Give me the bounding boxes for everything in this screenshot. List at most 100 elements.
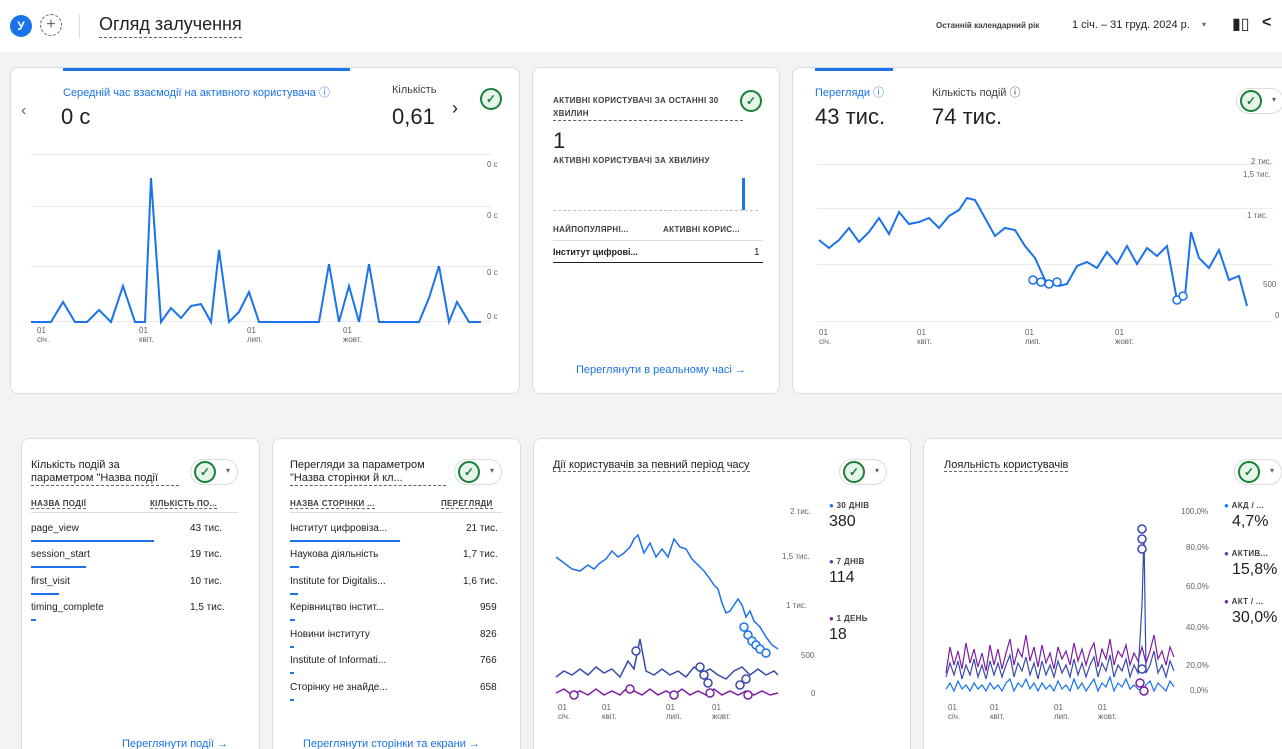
table-row-value: 826 <box>480 629 497 640</box>
x-axis-tick: 01 лип. <box>247 326 263 344</box>
check-circle-icon[interactable]: ✓ <box>740 90 762 112</box>
legend-label: АКТИВ... <box>1231 549 1269 558</box>
legend-value: 114 <box>829 569 855 586</box>
legend-item-1d[interactable]: ● 1 ДЕНЬ 18 <box>829 614 868 644</box>
user-avatar[interactable]: У <box>10 15 32 37</box>
card-user-loyalty: Лояльність користувачів ✓ ▾ 100,0% 80,0%… <box>923 438 1282 749</box>
x-axis-tick: 01 квіт. <box>990 703 1005 721</box>
table-row-value: 43 тис. <box>190 523 222 534</box>
row-share-bar <box>290 646 294 648</box>
comparison-toggle[interactable]: ✓ ▾ <box>190 459 238 485</box>
x-axis-tick: 01 квіт. <box>602 703 617 721</box>
check-circle-icon[interactable]: ✓ <box>458 461 480 483</box>
table-row-value: 1 <box>754 247 760 258</box>
table-header-col2[interactable]: КІЛЬКІСТЬ ПО... <box>150 499 218 509</box>
x-axis-tick: 01 січ. <box>37 326 50 344</box>
add-comparison-icon[interactable]: + <box>40 14 62 36</box>
legend-item-7d[interactable]: ● 7 ДНІВ 114 <box>829 557 865 587</box>
row-share-bar <box>290 699 294 701</box>
table-row-label[interactable]: timing_complete <box>31 602 104 613</box>
card-title[interactable]: Кількість подій за параметром "Назва под… <box>31 459 179 486</box>
engagement-line-chart <box>31 177 481 326</box>
table-row-value: 1,5 тис. <box>190 602 225 613</box>
table-header-col1[interactable]: НАЗВА ПОДІЇ <box>31 499 87 509</box>
check-circle-icon[interactable]: ✓ <box>194 461 216 483</box>
legend-label: 7 ДНІВ <box>836 557 865 566</box>
table-row-label[interactable]: first_visit <box>31 576 70 587</box>
row-share-bar <box>290 619 295 621</box>
row-share-bar <box>31 619 36 621</box>
top-bar: У + Огляд залучення Останній календарний… <box>0 0 1282 52</box>
compare-icon[interactable]: ▮▯ <box>1232 14 1250 34</box>
legend-value: 18 <box>829 626 847 643</box>
table-row-value: 658 <box>480 682 497 693</box>
legend-item-wau-mau[interactable]: ● АКТ / ... 30,0% <box>1224 597 1277 627</box>
legend-label: 30 ДНІВ <box>836 501 870 510</box>
view-realtime-link[interactable]: Переглянути в реальному часі → <box>576 364 746 376</box>
table-row-label[interactable]: Сторінку не знайде... <box>290 682 388 693</box>
date-range-value[interactable]: 1 січ. – 31 груд. 2024 р. <box>1072 19 1190 31</box>
legend-value: 15,8% <box>1232 561 1278 578</box>
legend-item-30d[interactable]: ● 30 ДНІВ 380 <box>829 501 869 531</box>
date-range-label[interactable]: Останній календарний рік <box>936 21 1039 30</box>
row-share-bar <box>31 566 86 568</box>
row-share-bar <box>290 566 299 568</box>
row-underline <box>553 262 763 263</box>
minute-bar <box>742 178 745 210</box>
table-row-label[interactable]: Керівництво інстит... <box>290 602 384 613</box>
table-row-value: 1,6 тис. <box>463 576 498 587</box>
view-pages-link[interactable]: Переглянути сторінки та екрани → <box>303 738 480 749</box>
legend-label: 1 ДЕНЬ <box>836 614 868 623</box>
x-axis-tick: 01 квіт. <box>917 328 932 346</box>
x-axis-tick: 01 січ. <box>948 703 961 721</box>
page-title[interactable]: Огляд залучення <box>99 14 242 38</box>
x-axis-tick: 01 лип. <box>1025 328 1041 346</box>
table-header-col2[interactable]: АКТИВНІ КОРИС... <box>663 225 740 234</box>
row-share-bar <box>290 593 298 595</box>
card-views-events: Перегляди ⓘ 43 тис. Кількість подій ⓘ 74… <box>792 67 1282 394</box>
table-row-value: 19 тис. <box>190 549 222 560</box>
divider <box>290 512 502 513</box>
table-row-label[interactable]: page_view <box>31 523 79 534</box>
comparison-toggle[interactable]: ✓ ▾ <box>454 459 502 485</box>
table-row-label[interactable]: Наукова діяльність <box>290 549 378 560</box>
chevron-down-icon[interactable]: ▾ <box>226 466 230 475</box>
legend-item-dau-wau[interactable]: ● АКТИВ... 15,8% <box>1224 549 1277 579</box>
table-row-label[interactable]: session_start <box>31 549 90 560</box>
card-realtime: АКТИВНІ КОРИСТУВАЧІ ЗА ОСТАННІ 30 ХВИЛИН… <box>532 67 780 394</box>
table-row-label[interactable]: Institute of Informati... <box>290 655 386 666</box>
share-icon[interactable]: < <box>1262 14 1271 32</box>
table-row-label[interactable]: Новини інституту <box>290 629 370 640</box>
view-events-link[interactable]: Переглянути події → <box>122 738 228 749</box>
x-axis-tick: 01 жовт. <box>343 326 362 344</box>
row-share-bar <box>290 672 294 674</box>
table-header-col1[interactable]: НАЙПОПУЛЯРНІ... <box>553 225 629 234</box>
table-row-value: 10 тис. <box>190 576 222 587</box>
table-header-col2[interactable]: ПЕРЕГЛЯДИ <box>441 499 493 509</box>
chevron-down-icon[interactable]: ▾ <box>490 466 494 475</box>
card-views-by-page: Перегляди за параметром "Назва сторінки … <box>272 438 521 749</box>
row-share-bar <box>290 540 400 542</box>
realtime-value: 1 <box>553 128 566 153</box>
table-row-label: Інститут цифрові... <box>553 247 639 257</box>
table-row-value: 766 <box>480 655 497 666</box>
card-title[interactable]: Перегляди за параметром "Назва сторінки … <box>290 459 446 486</box>
divider <box>553 240 763 241</box>
legend-value: 4,7% <box>1232 513 1269 530</box>
divider <box>31 512 238 513</box>
x-axis-tick: 01 жовт. <box>712 703 731 721</box>
legend-item-dau-mau[interactable]: ● АКД / ... 4,7% <box>1224 501 1268 531</box>
table-row-label[interactable]: Institute for Digitalis... <box>290 576 386 587</box>
table-row-label[interactable]: Інститут цифровіза... <box>290 523 387 534</box>
chevron-down-icon[interactable]: ▾ <box>1202 20 1206 29</box>
x-axis-tick: 01 лип. <box>666 703 682 721</box>
realtime-title[interactable]: АКТИВНІ КОРИСТУВАЧІ ЗА ОСТАННІ 30 ХВИЛИН <box>553 94 743 121</box>
legend-value: 30,0% <box>1232 609 1278 626</box>
table-row-value: 21 тис. <box>466 523 498 534</box>
table-row-value: 959 <box>480 602 497 613</box>
realtime-subtitle: АКТИВНІ КОРИСТУВАЧІ ЗА ХВИЛИНУ <box>553 156 710 165</box>
x-axis-tick: 01 січ. <box>558 703 571 721</box>
x-axis-tick: 01 жовт. <box>1098 703 1117 721</box>
x-axis-tick: 01 січ. <box>819 328 832 346</box>
table-header-col1[interactable]: НАЗВА СТОРІНКИ ... <box>290 499 375 509</box>
